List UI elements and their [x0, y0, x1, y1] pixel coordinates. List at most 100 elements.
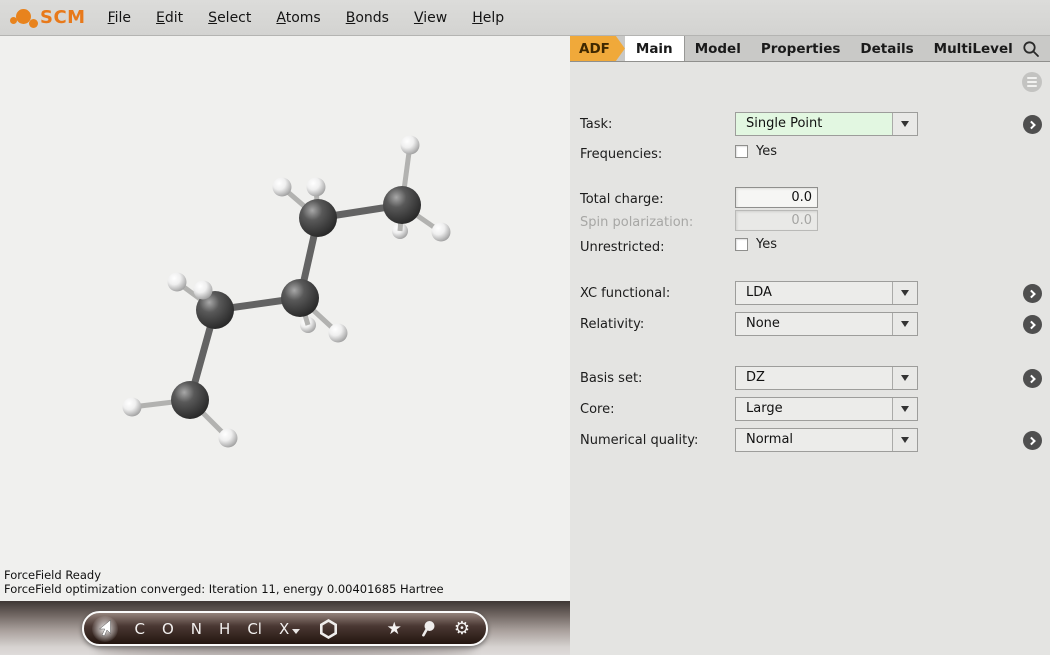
adfinput-window: SCM File Edit Select Atoms Bonds View Help For…	[0, 0, 1050, 655]
hydrogen-atom[interactable]	[307, 178, 326, 197]
molecule-viewport[interactable]: ForceField Ready ForceField optimization…	[0, 36, 570, 655]
spin-polarization-input	[735, 210, 818, 231]
hamburger-icon	[1027, 77, 1037, 79]
hydrogen-atom[interactable]	[219, 429, 238, 448]
total-charge-input[interactable]	[735, 187, 818, 208]
scm-logo-text: SCM	[40, 7, 86, 28]
hydrogen-atom[interactable]	[123, 398, 142, 417]
numerical-quality-label: Numerical quality:	[580, 433, 698, 448]
core-label: Core:	[580, 402, 614, 417]
chevron-right-icon	[1027, 320, 1035, 328]
element-dropdown-caret-icon[interactable]	[292, 629, 300, 634]
xc-functional-dropdown[interactable]: LDA	[735, 281, 918, 305]
dropdown-arrow-icon[interactable]	[892, 398, 917, 420]
row-unrestricted: Unrestricted: Yes	[580, 235, 1042, 261]
menu-bonds[interactable]: Bonds	[346, 10, 389, 26]
menu-view[interactable]: View	[414, 10, 447, 26]
scm-logo-menu[interactable]: SCM	[10, 4, 86, 32]
row-numerical-quality: Numerical quality: Normal	[580, 428, 1042, 454]
hydrogen-atom[interactable]	[273, 178, 292, 197]
menu-help[interactable]: Help	[472, 10, 504, 26]
hydrogen-atom[interactable]	[401, 136, 420, 155]
element-button-o[interactable]: O	[162, 620, 174, 638]
carbon-atom[interactable]	[299, 199, 337, 237]
numerical-quality-detail-button[interactable]	[1023, 431, 1042, 450]
basis-set-label: Basis set:	[580, 371, 642, 386]
carbon-atom[interactable]	[171, 381, 209, 419]
balloon-tool-button[interactable]	[419, 619, 437, 639]
chevron-right-icon	[1027, 436, 1035, 444]
dropdown-arrow-icon[interactable]	[892, 429, 917, 451]
task-dropdown[interactable]: Single Point	[735, 112, 918, 136]
xc-functional-detail-button[interactable]	[1023, 284, 1042, 303]
row-spin-polarization: Spin polarization:	[580, 210, 1042, 236]
unrestricted-label: Unrestricted:	[580, 240, 665, 255]
status-messages: ForceField Ready ForceField optimization…	[4, 569, 444, 596]
element-buttons: CONH Cl X	[126, 620, 309, 638]
molecule-3d-view[interactable]	[0, 36, 570, 655]
tab-model[interactable]: Model	[685, 36, 751, 61]
dropdown-arrow-icon[interactable]	[892, 367, 917, 389]
carbon-atom[interactable]	[383, 186, 421, 224]
hydrogen-atom[interactable]	[432, 223, 451, 242]
total-charge-label: Total charge:	[580, 192, 664, 207]
frequencies-yes-label: Yes	[756, 144, 777, 159]
menu-select[interactable]: Select	[208, 10, 251, 26]
element-button-n[interactable]: N	[191, 620, 202, 638]
dropdown-arrow-icon[interactable]	[892, 313, 917, 335]
hydrogen-atom[interactable]	[194, 281, 213, 300]
hexagon-ring-icon	[319, 619, 338, 639]
row-basis-set: Basis set: DZ	[580, 366, 1042, 392]
menu-items: File Edit Select Atoms Bonds View Help	[108, 10, 530, 26]
basis-set-dropdown[interactable]: DZ	[735, 366, 918, 390]
structures-tool-button[interactable]: ★	[387, 619, 402, 639]
element-button-c[interactable]: C	[135, 620, 145, 638]
carbon-atom[interactable]	[281, 279, 319, 317]
pill-reflection	[95, 645, 475, 655]
adf-engine-tag[interactable]: ADF	[570, 36, 625, 61]
toolbar-dock: CONH Cl X ★ ⚙	[0, 601, 570, 655]
basis-set-detail-button[interactable]	[1023, 369, 1042, 388]
tab-bar: ADF Main Model Properties Details MultiL…	[570, 36, 1050, 62]
chevron-right-icon	[1027, 374, 1035, 382]
frequencies-checkbox[interactable]	[735, 145, 748, 158]
cursor-arrow-icon	[96, 619, 114, 639]
unrestricted-checkbox[interactable]	[735, 238, 748, 251]
relativity-dropdown[interactable]: None	[735, 312, 918, 336]
core-dropdown[interactable]: Large	[735, 397, 918, 421]
menu-atoms[interactable]: Atoms	[276, 10, 320, 26]
hydrogen-atom[interactable]	[329, 324, 348, 343]
menu-edit[interactable]: Edit	[156, 10, 183, 26]
dropdown-arrow-icon[interactable]	[892, 113, 917, 135]
row-task: Task: Single Point	[580, 112, 1042, 138]
search-icon[interactable]	[1022, 40, 1040, 58]
chevron-right-icon	[1027, 120, 1035, 128]
task-detail-button[interactable]	[1023, 115, 1042, 134]
row-frequencies: Frequencies: Yes	[580, 142, 1042, 168]
menu-file[interactable]: File	[108, 10, 131, 26]
row-core: Core: Large	[580, 397, 1042, 423]
hydrogen-atom[interactable]	[168, 273, 187, 292]
relativity-detail-button[interactable]	[1023, 315, 1042, 334]
scm-logo-icon	[10, 4, 40, 32]
row-xc-functional: XC functional: LDA	[580, 281, 1042, 307]
element-button-cl[interactable]: Cl	[247, 620, 262, 638]
tab-properties[interactable]: Properties	[751, 36, 851, 61]
panel-menu-button[interactable]	[1022, 72, 1042, 92]
element-button-h[interactable]: H	[219, 620, 230, 638]
dropdown-arrow-icon[interactable]	[892, 282, 917, 304]
ring-tool-button[interactable]	[319, 619, 338, 639]
tab-main[interactable]: Main	[625, 36, 685, 61]
tab-details[interactable]: Details	[850, 36, 923, 61]
element-button-x[interactable]: X	[279, 620, 300, 638]
numerical-quality-dropdown[interactable]: Normal	[735, 428, 918, 452]
status-line-1: ForceField Ready	[4, 569, 444, 583]
row-relativity: Relativity: None	[580, 312, 1042, 338]
select-tool-button[interactable]	[92, 616, 118, 642]
spin-polarization-label: Spin polarization:	[580, 215, 693, 230]
settings-tool-button[interactable]: ⚙	[454, 618, 470, 639]
status-line-2: ForceField optimization converged: Itera…	[4, 583, 444, 597]
tab-multilevel[interactable]: MultiLevel	[924, 36, 1023, 61]
structure-toolbar: CONH Cl X ★ ⚙	[82, 611, 488, 646]
relativity-label: Relativity:	[580, 317, 644, 332]
